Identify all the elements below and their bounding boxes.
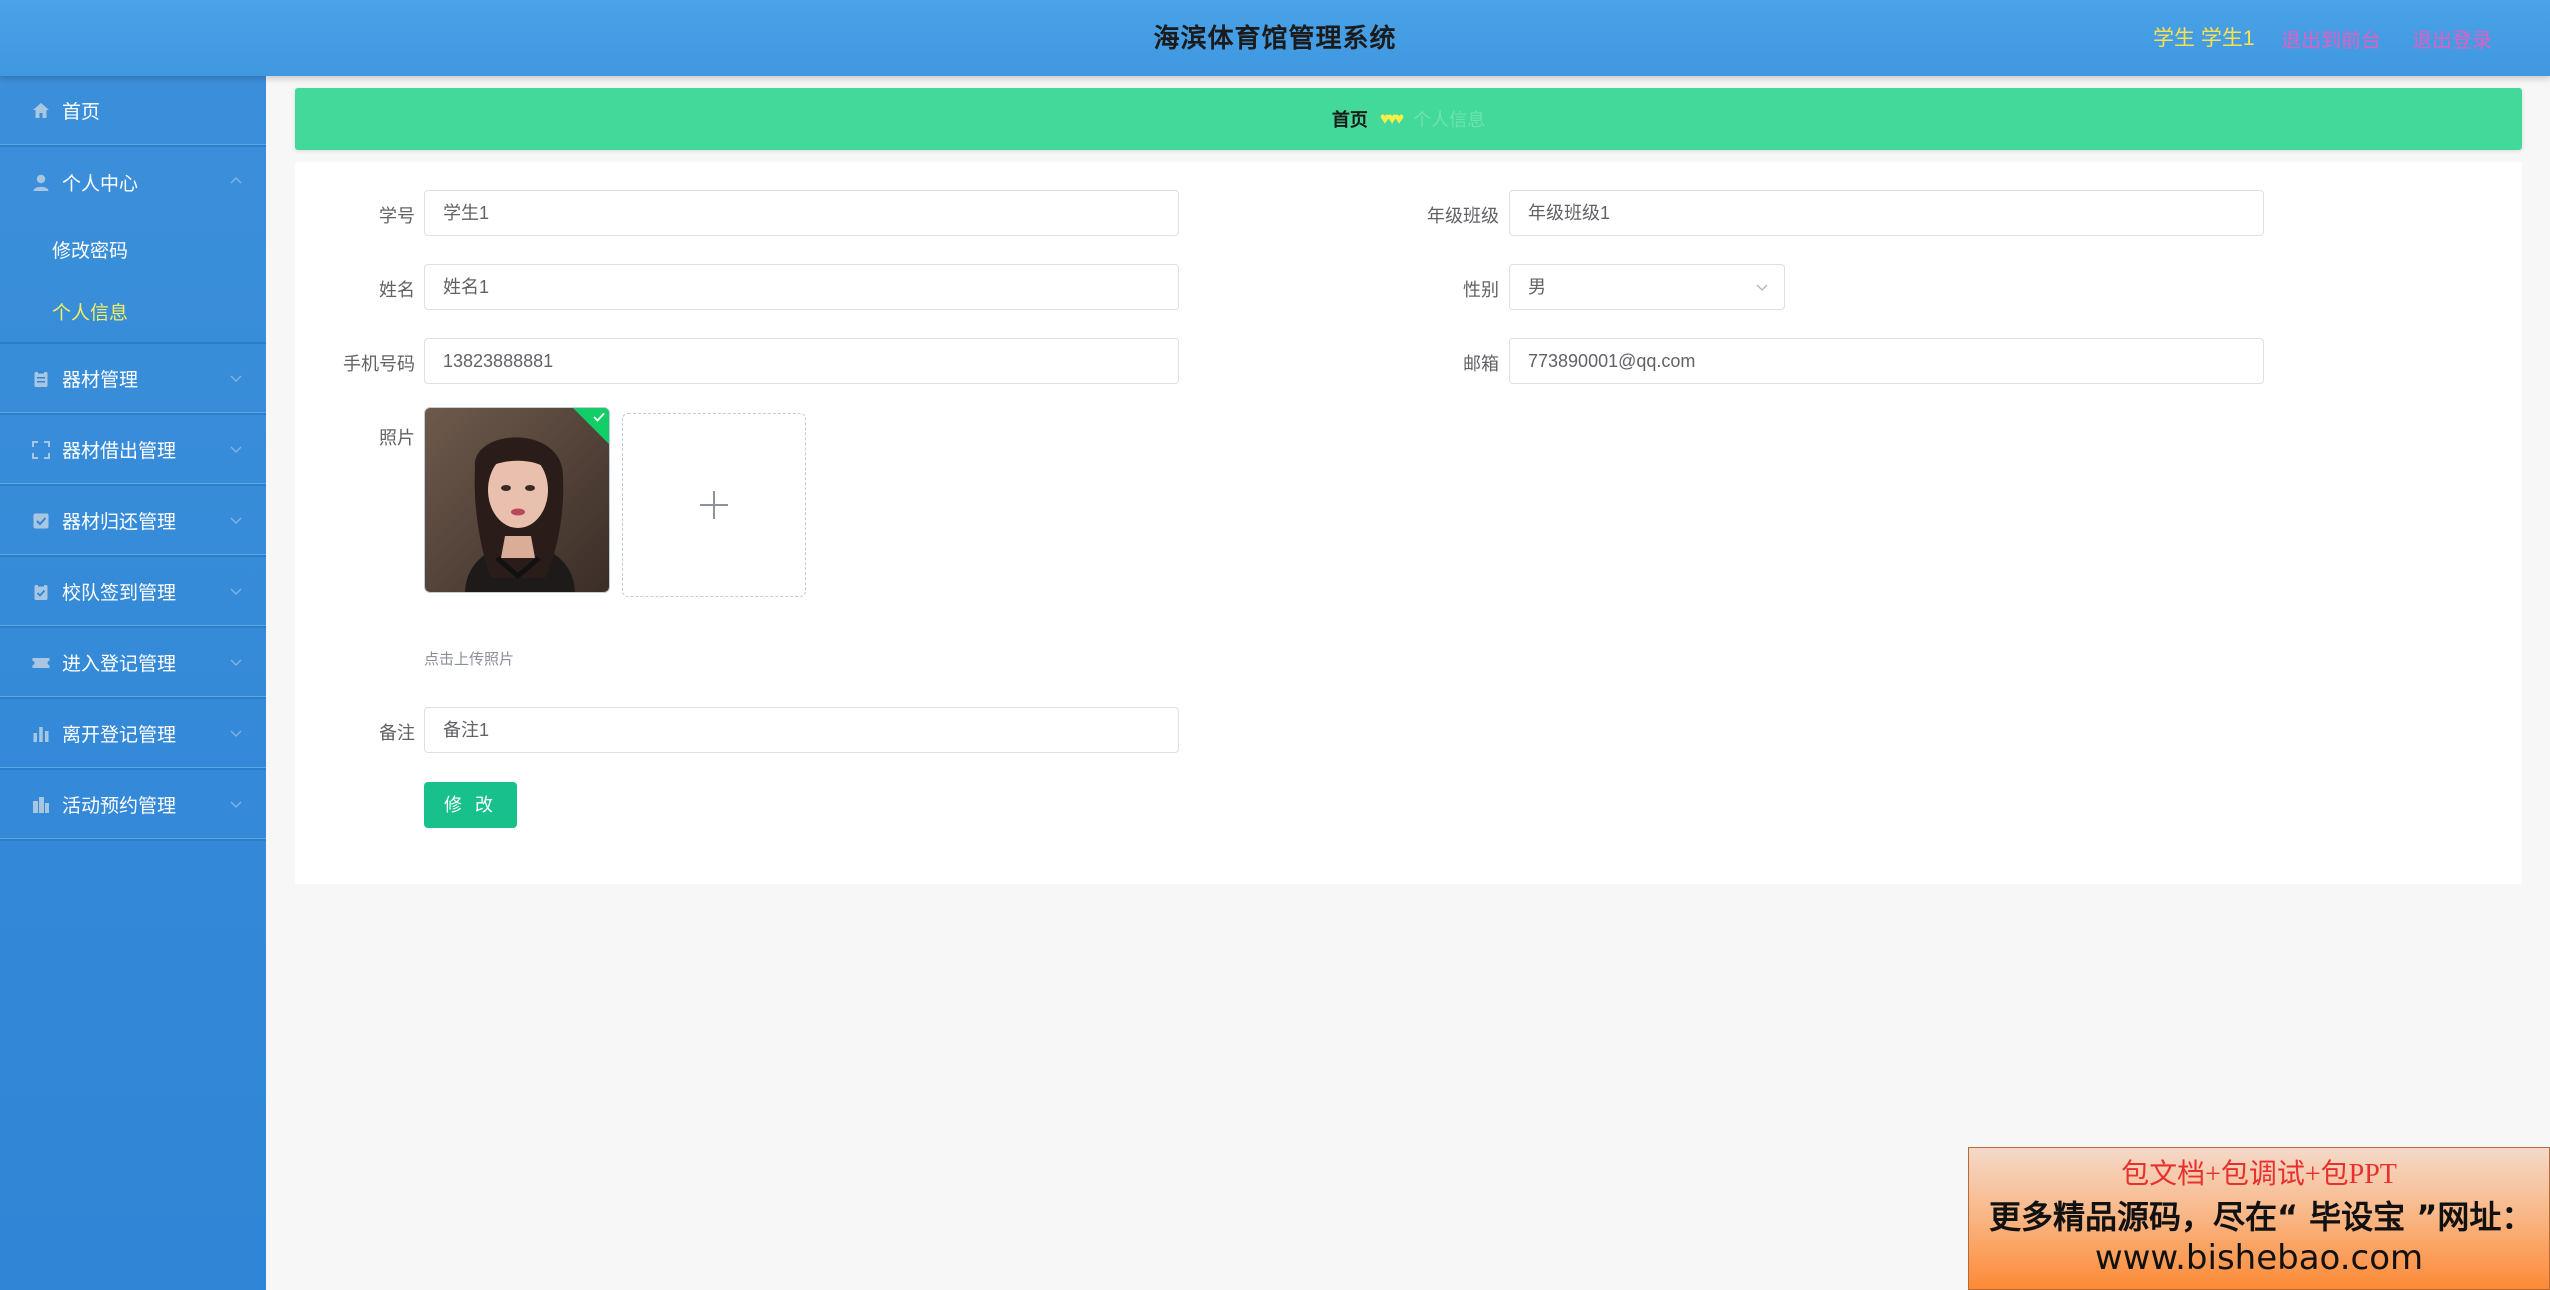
chevron-down-icon [230, 588, 242, 595]
promo-url: www.bishebao.com [2094, 1238, 2424, 1278]
breadcrumb: 首页 ♥♥♥ 个人信息 [295, 88, 2522, 150]
gender-label: 性别 [1463, 280, 1499, 300]
email-input[interactable]: 773890001@qq.com [1509, 338, 2264, 384]
sidebar-item-label: 活动预约管理 [62, 796, 177, 817]
student-id-input[interactable]: 学生1 [424, 190, 1179, 236]
sidebar-item-label: 进入登记管理 [62, 654, 177, 675]
name-input[interactable]: 姓名1 [424, 264, 1179, 310]
grade-class-label: 年级班级 [1427, 206, 1499, 226]
chevron-down-icon [230, 801, 242, 808]
chevron-down-icon [230, 730, 242, 737]
chevron-down-icon [230, 659, 242, 666]
personal-info-form: 学号 学生1 年级班级 年级班级1 姓名 姓名1 性别 男 手机号码 13823… [295, 162, 2522, 884]
chevron-down-icon [1756, 284, 1768, 291]
sidebar-item-equipment-return[interactable]: 器材归还管理 [0, 486, 266, 557]
check-icon [593, 412, 605, 422]
student-id-label: 学号 [379, 206, 415, 226]
sidebar-item-label: 器材借出管理 [62, 441, 177, 462]
plus-icon [700, 491, 728, 519]
sidebar-item-label: 首页 [62, 102, 101, 123]
chevron-down-icon [230, 375, 242, 382]
sidebar: 首页 个人中心 修改密码 个人信息 器材管理 器材借出管理 器材归还管理 校队签… [0, 76, 266, 1290]
sidebar-item-personal-center[interactable]: 个人中心 [0, 147, 266, 218]
chevron-down-icon [230, 517, 242, 524]
sidebar-item-label: 校队签到管理 [62, 583, 177, 604]
sidebar-item-label: 离开登记管理 [62, 725, 177, 746]
personal-center-submenu: 修改密码 个人信息 [0, 218, 266, 344]
sidebar-item-team-checkin[interactable]: 校队签到管理 [0, 557, 266, 628]
building-icon [30, 794, 52, 816]
submit-button[interactable]: 修 改 [424, 782, 517, 828]
bar-chart-icon [30, 723, 52, 745]
ticket-icon [30, 652, 52, 674]
promo-line-1: 包文档+包调试+包PPT [2121, 1159, 2397, 1190]
promo-watermark: 包文档+包调试+包PPT 更多精品源码，尽在“ 毕设宝 ”网址： www.bis… [1968, 1147, 2550, 1290]
phone-input[interactable]: 13823888881 [424, 338, 1179, 384]
sidebar-item-label: 器材归还管理 [62, 512, 177, 533]
sidebar-item-entry-registration[interactable]: 进入登记管理 [0, 628, 266, 699]
photo-upload-button[interactable] [622, 413, 806, 597]
sidebar-item-activity-booking[interactable]: 活动预约管理 [0, 770, 266, 841]
sidebar-item-label: 器材管理 [62, 370, 139, 391]
home-icon [30, 100, 52, 122]
email-label: 邮箱 [1463, 354, 1499, 374]
gender-select-value: 男 [1528, 277, 1546, 297]
sidebar-item-equipment-lending[interactable]: 器材借出管理 [0, 415, 266, 486]
chevron-down-icon [230, 446, 242, 453]
chevron-up-icon [230, 177, 242, 184]
uploaded-photo[interactable] [424, 407, 610, 593]
sidebar-item-home[interactable]: 首页 [0, 76, 266, 147]
sidebar-item-change-password[interactable]: 修改密码 [0, 218, 266, 280]
sidebar-item-personal-info[interactable]: 个人信息 [0, 280, 266, 342]
promo-line-2: 更多精品源码，尽在“ 毕设宝 ”网址： [1989, 1198, 2534, 1236]
back-to-front-link[interactable]: 退出到前台 [2281, 24, 2381, 53]
heart-separator-icon: ♥♥♥ [1379, 109, 1404, 128]
name-label: 姓名 [379, 280, 415, 300]
checkbox-icon [30, 510, 52, 532]
grade-class-input[interactable]: 年级班级1 [1509, 190, 2264, 236]
remark-input[interactable]: 备注1 [424, 707, 1179, 753]
sidebar-item-leave-registration[interactable]: 离开登记管理 [0, 699, 266, 770]
breadcrumb-home[interactable]: 首页 [1332, 106, 1368, 132]
clipboard-icon [30, 368, 52, 390]
photo-label: 照片 [379, 428, 415, 448]
expand-icon [30, 439, 52, 461]
upload-photo-hint: 点击上传照片 [424, 651, 515, 668]
sidebar-item-equipment[interactable]: 器材管理 [0, 344, 266, 415]
clipboard-check-icon [30, 581, 52, 603]
logout-link[interactable]: 退出登录 [2412, 24, 2492, 53]
current-user: 学生 学生1 [2153, 27, 2255, 50]
phone-label: 手机号码 [343, 354, 415, 374]
breadcrumb-current: 个人信息 [1413, 110, 1486, 130]
gender-select[interactable]: 男 [1509, 264, 1785, 310]
sidebar-item-label: 个人中心 [62, 174, 139, 195]
remark-label: 备注 [379, 723, 415, 743]
user-icon [30, 172, 52, 194]
top-header: 海滨体育馆管理系统 学生 学生1 退出到前台 退出登录 [0, 0, 2550, 76]
